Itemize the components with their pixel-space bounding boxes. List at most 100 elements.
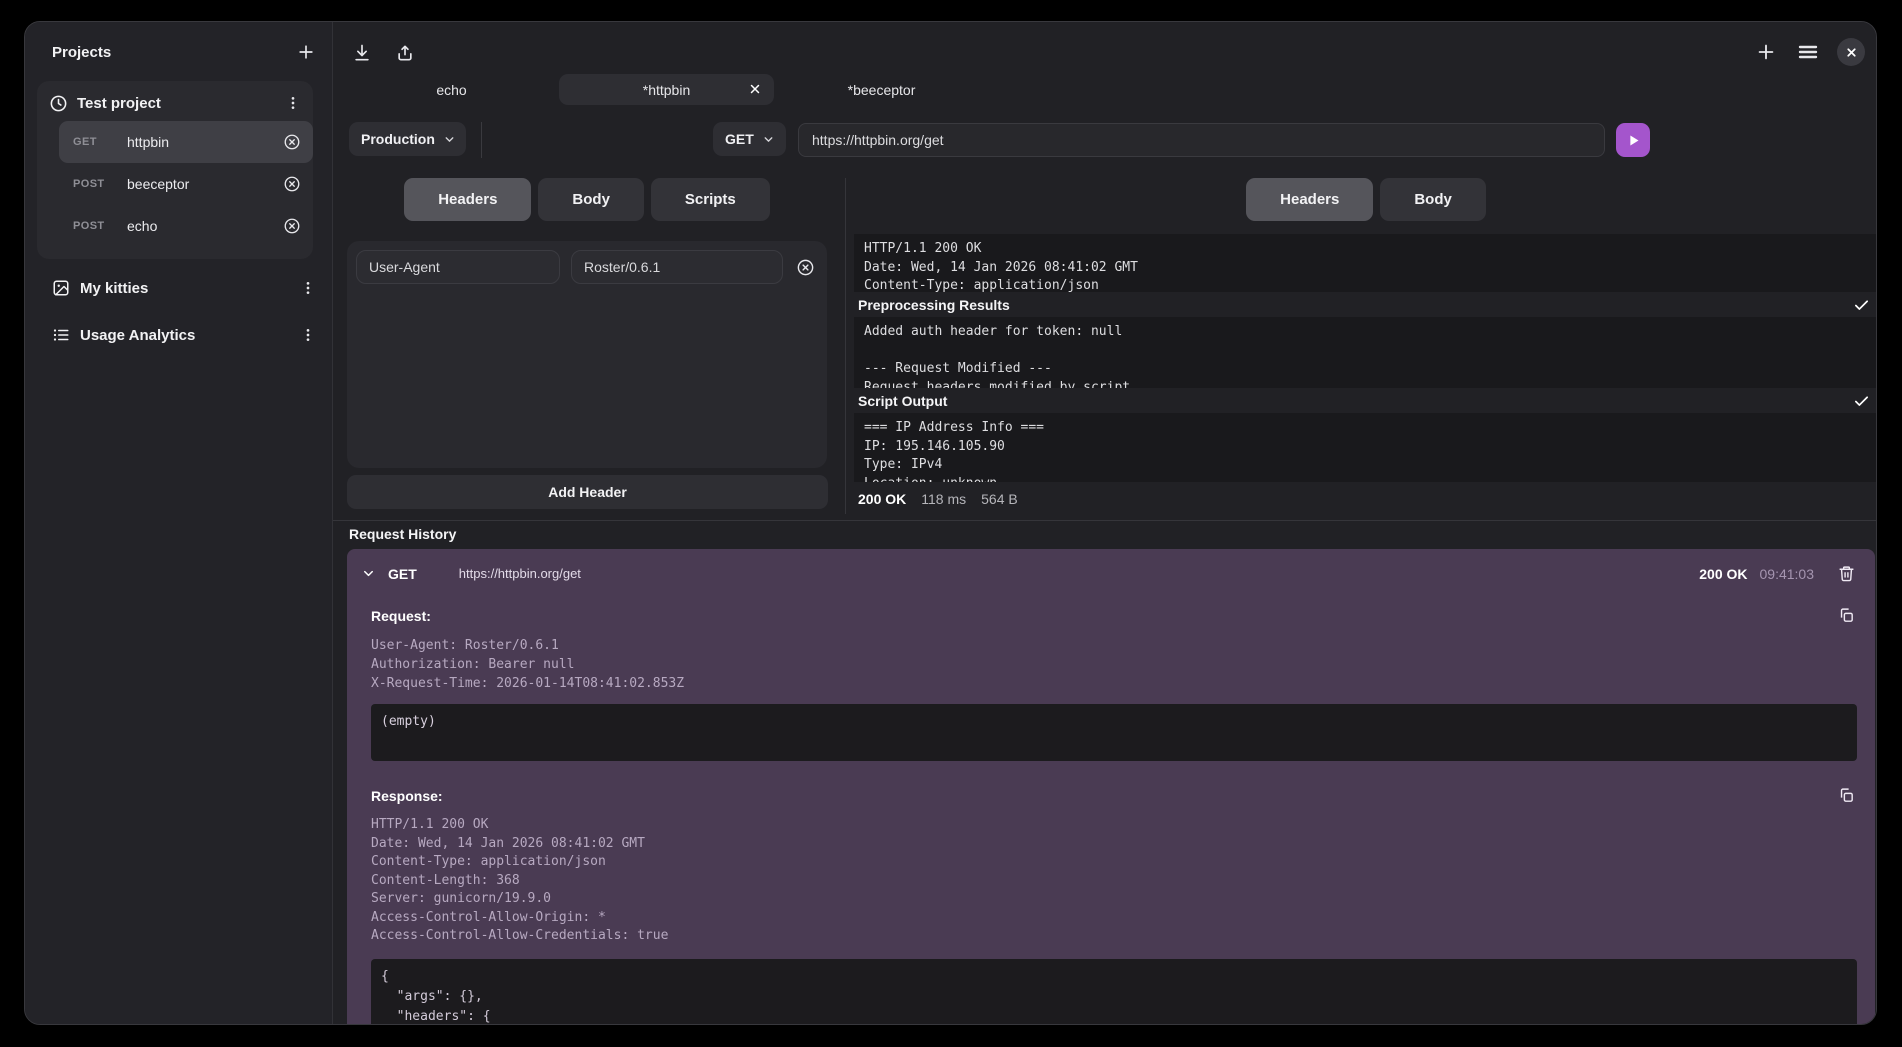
response-header-line: Access-Control-Allow-Origin: *: [371, 909, 1857, 928]
tab-close-button[interactable]: [748, 82, 762, 96]
response-tabs: Headers Body: [854, 178, 1877, 222]
sidebar-item-beeceptor[interactable]: POST beeceptor: [59, 163, 313, 205]
copy-response-button[interactable]: [1836, 785, 1857, 806]
response-header-line: Content-Length: 368: [371, 872, 1857, 891]
script-output: === IP Address Info === IP: 195.146.105.…: [854, 413, 1877, 482]
response-body-line: "headers": {: [381, 1007, 1847, 1026]
console-line: Date: Wed, 14 Jan 2026 08:41:02 GMT: [864, 259, 1868, 278]
delete-request-button[interactable]: [281, 215, 303, 237]
clock-icon: [49, 94, 68, 113]
sidebar-item-echo[interactable]: POST echo: [59, 205, 313, 247]
copy-request-button[interactable]: [1836, 605, 1857, 626]
request-headers-block: User-Agent: Roster/0.6.1 Authorization: …: [347, 626, 1875, 693]
history-entry: GET https://httpbin.org/get 200 OK 09:41…: [347, 549, 1875, 1025]
method-select[interactable]: GET: [713, 122, 786, 156]
response-headers-block: HTTP/1.1 200 OK Date: Wed, 14 Jan 2026 0…: [347, 806, 1875, 946]
tab-response-headers[interactable]: Headers: [1246, 178, 1373, 221]
request-body-text: (empty): [381, 714, 436, 729]
request-label: Request:: [371, 608, 1836, 624]
section-menu-button[interactable]: [298, 325, 318, 345]
divider: [481, 122, 482, 158]
tab-request-body[interactable]: Body: [538, 178, 644, 221]
history-timestamp: 09:41:03: [1760, 566, 1815, 582]
app-menu-button[interactable]: [1794, 38, 1822, 66]
request-editor-tabs: Headers Body Scripts: [347, 178, 827, 222]
project-menu-button[interactable]: [283, 93, 303, 113]
environment-select[interactable]: Production: [349, 122, 466, 156]
tab-label: *httpbin: [643, 82, 690, 98]
chevron-down-icon: [762, 133, 775, 146]
new-tab-button[interactable]: [1753, 39, 1779, 65]
response-header-line: Date: Wed, 14 Jan 2026 08:41:02 GMT: [371, 835, 1857, 854]
import-button[interactable]: [350, 41, 374, 65]
response-header-line: Server: gunicorn/19.9.0: [371, 890, 1857, 909]
play-icon: [1626, 133, 1641, 148]
history-entry-header[interactable]: GET https://httpbin.org/get 200 OK 09:41…: [347, 549, 1875, 584]
tab-response-body[interactable]: Body: [1380, 178, 1486, 221]
copy-icon: [1838, 607, 1855, 624]
console-line: --- Request Modified ---: [864, 360, 1868, 379]
tab-httpbin[interactable]: *httpbin: [559, 74, 774, 105]
kebab-icon: [285, 95, 301, 111]
image-icon: [52, 279, 70, 297]
divider: [333, 520, 1876, 521]
headers-editor: [347, 241, 827, 468]
tab-request-scripts[interactable]: Scripts: [651, 178, 770, 221]
tab-label: *beeceptor: [848, 82, 916, 98]
chevron-down-icon[interactable]: [361, 566, 376, 581]
toolbar-right: [1753, 38, 1865, 66]
environment-label: Production: [361, 131, 435, 147]
request-name: httpbin: [127, 134, 281, 150]
sidebar-item-httpbin[interactable]: GET httpbin: [59, 121, 313, 163]
sidebar-item-usage-analytics[interactable]: Usage Analytics: [25, 321, 332, 349]
request-method-badge: GET: [73, 136, 111, 148]
project-group-header[interactable]: Test project: [37, 91, 313, 121]
delete-request-button[interactable]: [281, 173, 303, 195]
list-icon: [52, 326, 70, 344]
console-line: HTTP/1.1 200 OK: [864, 240, 1868, 259]
request-header-line: User-Agent: Roster/0.6.1: [371, 636, 1857, 655]
console-line: Type: IPv4: [864, 456, 1868, 475]
request-name: beeceptor: [127, 176, 281, 192]
delete-request-button[interactable]: [281, 131, 303, 153]
add-header-button[interactable]: Add Header: [347, 475, 828, 509]
tab-bar: echo *httpbin *beeceptor: [344, 74, 989, 105]
project-name: Test project: [77, 95, 283, 112]
sidebar-section-label: Usage Analytics: [80, 327, 298, 344]
response-time: 118 ms: [921, 491, 966, 507]
app-window: Projects Test project: [24, 21, 1877, 1025]
send-request-button[interactable]: [1616, 123, 1650, 157]
project-group-test-project: Test project GET httpbin: [37, 81, 313, 259]
new-project-button[interactable]: [294, 40, 318, 64]
export-button[interactable]: [393, 41, 417, 65]
x-circle-icon: [283, 175, 301, 193]
console-line: Content-Type: application/json: [864, 277, 1868, 292]
tab-request-headers[interactable]: Headers: [404, 178, 531, 221]
header-key-input[interactable]: [356, 250, 560, 284]
history-title: Request History: [347, 526, 1873, 542]
sidebar-item-my-kitties[interactable]: My kitties: [25, 274, 332, 302]
x-circle-icon: [283, 133, 301, 151]
plus-icon: [1755, 41, 1777, 63]
tab-echo[interactable]: echo: [344, 74, 559, 105]
share-icon: [395, 43, 415, 63]
console-line: [864, 342, 1868, 361]
request-header-line: X-Request-Time: 2026-01-14T08:41:02.853Z: [371, 674, 1857, 693]
url-input[interactable]: [798, 123, 1605, 157]
preprocessing-results-header: Preprocessing Results: [854, 295, 1877, 315]
section-title: Preprocessing Results: [858, 297, 1853, 313]
window-close-button[interactable]: [1837, 38, 1865, 66]
trash-icon: [1838, 565, 1855, 582]
console-line: Request headers modified by script: [864, 379, 1868, 389]
remove-header-button[interactable]: [794, 256, 817, 279]
tab-beeceptor[interactable]: *beeceptor: [774, 74, 989, 105]
response-section-header: Response:: [347, 785, 1875, 806]
header-value-input[interactable]: [571, 250, 783, 284]
close-icon: [748, 82, 762, 96]
delete-history-button[interactable]: [1836, 563, 1857, 584]
history-url: https://httpbin.org/get: [459, 566, 1699, 581]
response-body-line: {: [381, 967, 1847, 987]
console-line: Added auth header for token: null: [864, 323, 1868, 342]
history-status-badge: 200 OK: [1699, 566, 1747, 582]
section-menu-button[interactable]: [298, 278, 318, 298]
